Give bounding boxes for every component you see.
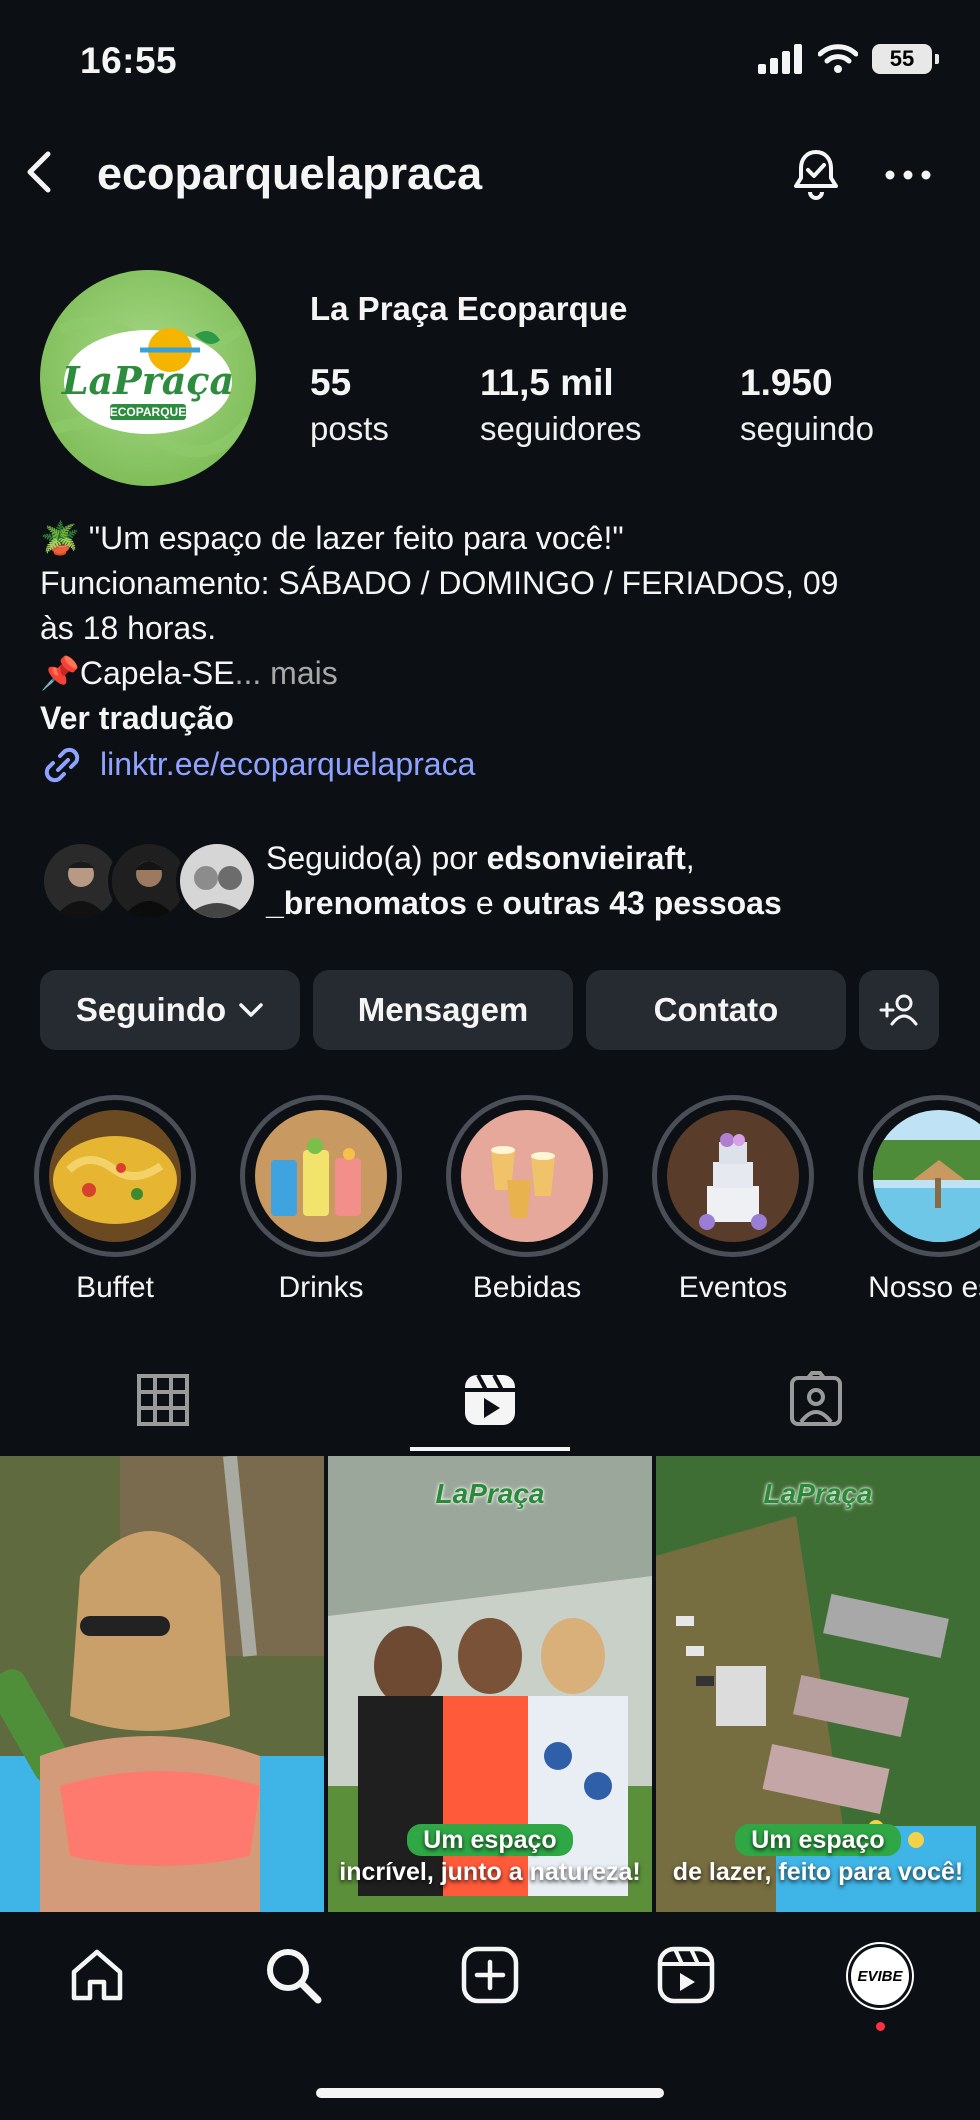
highlight-bebidas-image (461, 1110, 593, 1242)
reel-tile-2[interactable]: LaPraça Um espaço incrível, junto a natu… (328, 1456, 652, 1912)
contact-button[interactable]: Contato (586, 970, 846, 1050)
tile-2-logo: LaPraça (435, 1478, 545, 1509)
highlight-nosso-espaco-image (873, 1110, 980, 1242)
followed-by-user-1[interactable]: edsonvieiraft (487, 840, 686, 876)
highlight-drinks-image (255, 1110, 387, 1242)
profile-bio: 🪴 "Um espaço de lazer feito para você!" … (40, 516, 960, 741)
posts-grid-tab-icon[interactable] (133, 1370, 193, 1430)
see-translation-link[interactable]: Ver tradução (40, 696, 960, 741)
add-person-icon (879, 994, 918, 1026)
profile-display-name: La Praça Ecoparque (310, 290, 628, 327)
highlight-nosso-espaco-label: Nosso esp (868, 1271, 980, 1304)
highlight-eventos[interactable]: Eventos (652, 1095, 814, 1305)
stat-followers-label: seguidores (480, 410, 642, 447)
active-tab-indicator (410, 1447, 570, 1451)
stat-posts-value: 55 (310, 362, 352, 403)
stat-following[interactable]: 1.950 seguindo (740, 362, 874, 448)
profile-username: ecoparquelapraca (97, 148, 483, 199)
followed-by-text[interactable]: Seguido(a) por edsonvieiraft, _brenomato… (266, 836, 966, 926)
bio-link-text: linktr.ee/ecoparquelapraca (100, 745, 476, 782)
following-button[interactable]: Seguindo (40, 970, 300, 1050)
highlight-drinks[interactable]: Drinks (240, 1095, 402, 1305)
reel-tile-1[interactable] (0, 1456, 324, 1912)
stat-followers[interactable]: 11,5 mil seguidores (480, 362, 641, 448)
bio-line-1: 🪴 "Um espaço de lazer feito para você!" (40, 520, 624, 556)
highlight-buffet-label: Buffet (76, 1271, 154, 1304)
followed-by-user-2[interactable]: _brenomatos (266, 885, 467, 921)
stat-following-label: seguindo (740, 410, 874, 447)
reel-tile-3[interactable]: LaPraça Um espaço de lazer, feito para v… (656, 1456, 980, 1912)
suggested-users-button[interactable] (859, 970, 939, 1050)
bio-more-link[interactable]: mais (270, 655, 338, 691)
status-time: 16:55 (80, 40, 178, 81)
link-icon (44, 747, 80, 783)
wifi-icon (818, 44, 858, 73)
bio-line-3: às 18 horas. (40, 610, 217, 646)
battery-indicator: 55 (872, 44, 939, 74)
bio-line-4: 📌Capela-SE... mais (40, 655, 338, 691)
avatar-logo-subtext: ECOPARQUE (110, 405, 186, 419)
reels-tab-icon[interactable] (460, 1370, 520, 1430)
highlight-eventos-image (667, 1110, 799, 1242)
tile-3-logo: LaPraça (763, 1478, 873, 1509)
message-button[interactable]: Mensagem (313, 970, 573, 1050)
bio-external-link[interactable]: linktr.ee/ecoparquelapraca (40, 744, 475, 784)
highlight-eventos-label: Eventos (678, 1271, 788, 1304)
highlight-bebidas[interactable]: Bebidas (446, 1095, 608, 1305)
tile-3-caption: Um espaço de lazer, feito para você! (672, 1824, 964, 1886)
stat-posts-label: posts (310, 410, 389, 447)
profile-avatar[interactable]: LaPraça ECOPARQUE (40, 270, 256, 486)
more-options-icon[interactable] (882, 155, 934, 195)
potted-plant-emoji: 🪴 (40, 520, 80, 556)
stat-following-value: 1.950 (740, 362, 833, 403)
highlight-nosso-espaco[interactable]: Nosso esp (858, 1095, 980, 1305)
highlight-buffet[interactable]: Buffet (34, 1095, 196, 1305)
avatar-logo-text: LaPraça (61, 358, 234, 403)
search-icon[interactable] (262, 1944, 324, 2006)
highlight-drinks-label: Drinks (278, 1271, 364, 1304)
back-arrow-icon[interactable] (18, 150, 62, 194)
status-icons: 55 (758, 44, 939, 74)
highlight-bebidas-label: Bebidas (472, 1271, 582, 1304)
stat-followers-value: 11,5 mil (480, 362, 614, 403)
pushpin-emoji: 📌 (40, 655, 80, 691)
create-post-icon[interactable] (459, 1944, 521, 2006)
stat-posts[interactable]: 55 posts (310, 362, 389, 448)
profile-nav-avatar[interactable]: EVIBE (848, 1944, 912, 2008)
tile-2-caption: Um espaço incrível, junto a natureza! (339, 1824, 641, 1886)
reels-nav-icon[interactable] (655, 1944, 717, 2006)
bio-line-2: Funcionamento: SÁBADO / DOMINGO / FERIAD… (40, 565, 839, 601)
notification-dot (876, 2022, 885, 2031)
tagged-tab-icon[interactable] (786, 1370, 846, 1430)
cellular-signal-icon (758, 44, 802, 74)
home-indicator (316, 2088, 664, 2098)
home-icon[interactable] (66, 1944, 128, 2006)
follower-avatar-3[interactable] (176, 840, 258, 922)
chevron-down-icon (239, 1003, 263, 1017)
highlight-buffet-image (49, 1110, 181, 1242)
notification-bell-icon[interactable] (788, 146, 844, 202)
followed-by-others[interactable]: outras 43 pessoas (503, 885, 782, 921)
